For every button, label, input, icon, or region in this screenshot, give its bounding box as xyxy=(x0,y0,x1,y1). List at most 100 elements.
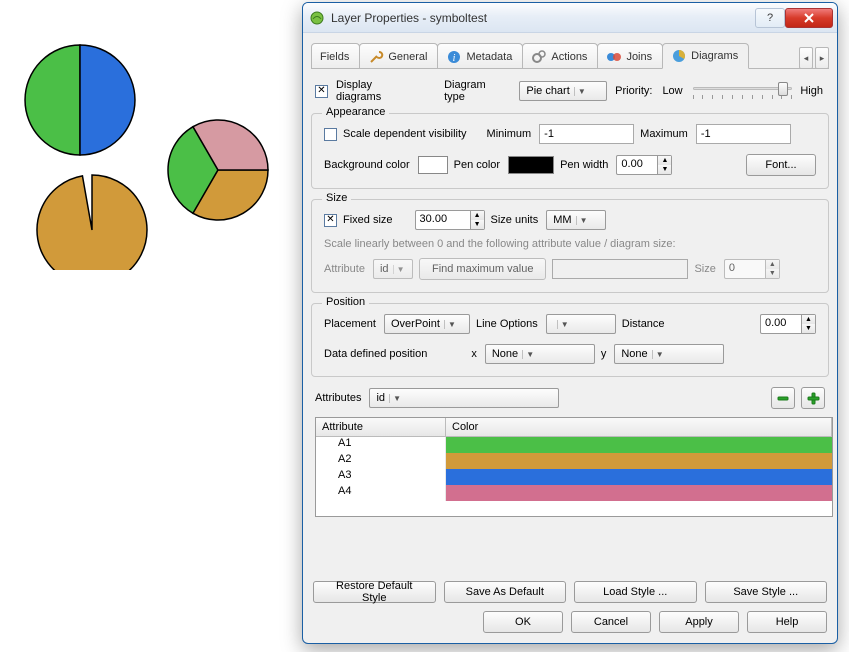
ok-button[interactable]: OK xyxy=(483,611,563,633)
scale-dependent-label: Scale dependent visibility xyxy=(343,128,469,140)
dialog-footer: Restore Default Style Save As Default Lo… xyxy=(303,573,837,643)
find-max-button: Find maximum value xyxy=(419,258,546,280)
remove-attribute-button[interactable] xyxy=(771,387,795,409)
tab-scroll-right[interactable]: ▸ xyxy=(815,47,829,69)
attr-cell: A4 xyxy=(316,485,446,501)
minimum-input[interactable] xyxy=(539,124,634,144)
tab-general[interactable]: General xyxy=(359,43,438,69)
table-row[interactable]: A4 xyxy=(316,485,832,501)
save-style-button[interactable]: Save Style ... xyxy=(705,581,828,603)
tab-diagrams[interactable]: Diagrams xyxy=(662,43,749,69)
piechart-icon xyxy=(671,48,687,64)
tab-joins[interactable]: Joins xyxy=(597,43,663,69)
sample-pies xyxy=(0,20,280,270)
attr-cell: A1 xyxy=(316,437,446,453)
fixed-size-spin[interactable]: 30.00 ▲▼ xyxy=(415,210,485,230)
attribute-color-table[interactable]: Attribute Color A1A2A3A4 xyxy=(315,417,833,517)
wrench-icon xyxy=(368,49,384,65)
pen-width-label: Pen width xyxy=(560,159,610,171)
display-diagrams-checkbox[interactable]: ✕ xyxy=(315,85,328,98)
app-icon xyxy=(309,10,325,26)
diagram-type-label: Diagram type xyxy=(444,79,511,103)
help-footer-button[interactable]: Help xyxy=(747,611,827,633)
appearance-group: Appearance Scale dependent visibility Mi… xyxy=(311,113,829,189)
priority-label: Priority: xyxy=(615,85,654,97)
table-row[interactable]: A1 xyxy=(316,437,832,453)
x-combo[interactable]: None▼ xyxy=(485,344,595,364)
font-button[interactable]: Font... xyxy=(746,154,816,176)
pen-color-label: Pen color xyxy=(454,159,502,171)
color-cell[interactable] xyxy=(446,469,832,485)
table-row[interactable]: A3 xyxy=(316,469,832,485)
scale-note: Scale linearly between 0 and the followi… xyxy=(324,238,816,250)
save-as-default-button[interactable]: Save As Default xyxy=(444,581,567,603)
joins-icon xyxy=(606,49,622,65)
load-style-button[interactable]: Load Style ... xyxy=(574,581,697,603)
placement-label: Placement xyxy=(324,318,378,330)
lineopt-label: Line Options xyxy=(476,318,540,330)
tab-actions[interactable]: Actions xyxy=(522,43,598,69)
col-color[interactable]: Color xyxy=(446,418,832,436)
distance-label: Distance xyxy=(622,318,667,330)
table-row[interactable]: A2 xyxy=(316,453,832,469)
appearance-legend: Appearance xyxy=(322,106,389,118)
scale-dependent-checkbox[interactable] xyxy=(324,128,337,141)
position-legend: Position xyxy=(322,296,369,308)
max-value-field xyxy=(552,259,688,279)
fixed-size-checkbox[interactable]: ✕ xyxy=(324,214,337,227)
gears-icon xyxy=(531,49,547,65)
col-attribute[interactable]: Attribute xyxy=(316,418,446,436)
color-cell[interactable] xyxy=(446,437,832,453)
bg-color-swatch[interactable] xyxy=(418,156,448,174)
info-icon: i xyxy=(446,49,462,65)
size-legend: Size xyxy=(322,192,351,204)
pen-width-spin[interactable]: 0.00 ▲▼ xyxy=(616,155,672,175)
x-label: x xyxy=(471,348,479,360)
window-title: Layer Properties - symboltest xyxy=(331,11,755,25)
maximum-input[interactable] xyxy=(696,124,791,144)
tab-fields[interactable]: Fields xyxy=(311,43,360,69)
color-cell[interactable] xyxy=(446,453,832,469)
dd-label: Data defined position xyxy=(324,348,429,360)
priority-slider[interactable] xyxy=(693,81,793,101)
cancel-button[interactable]: Cancel xyxy=(571,611,651,633)
minimum-label: Minimum xyxy=(487,128,534,140)
attr-cell: A3 xyxy=(316,469,446,485)
maximum-label: Maximum xyxy=(640,128,690,140)
priority-high-label: High xyxy=(800,85,825,97)
attributes-label: Attributes xyxy=(315,392,363,404)
diagram-type-combo[interactable]: Pie chart▼ xyxy=(519,81,607,101)
position-group: Position Placement OverPoint▼ Line Optio… xyxy=(311,303,829,377)
priority-low-label: Low xyxy=(662,85,684,97)
pen-color-swatch[interactable] xyxy=(508,156,554,174)
y-combo[interactable]: None▼ xyxy=(614,344,724,364)
diagrams-panel: ✕ Display diagrams Diagram type Pie char… xyxy=(311,68,829,572)
size-units-label: Size units xyxy=(491,214,541,226)
restore-default-style-button[interactable]: Restore Default Style xyxy=(313,581,436,603)
svg-text:i: i xyxy=(453,53,456,64)
y-label: y xyxy=(601,348,609,360)
tab-metadata[interactable]: i Metadata xyxy=(437,43,523,69)
lineopt-combo[interactable]: ▼ xyxy=(546,314,616,334)
add-attribute-button[interactable] xyxy=(801,387,825,409)
layer-properties-dialog: Layer Properties - symboltest ? Fields G… xyxy=(302,2,838,644)
help-button[interactable]: ? xyxy=(755,8,785,28)
distance-spin[interactable]: 0.00 ▲▼ xyxy=(760,314,816,334)
close-button[interactable] xyxy=(785,8,833,28)
tab-scroll-left[interactable]: ◂ xyxy=(799,47,813,69)
attr-combo: id▼ xyxy=(373,259,413,279)
size-units-combo[interactable]: MM▼ xyxy=(546,210,606,230)
size-group: Size ✕ Fixed size 30.00 ▲▼ Size units MM… xyxy=(311,199,829,293)
color-cell[interactable] xyxy=(446,485,832,501)
attributes-combo[interactable]: id▼ xyxy=(369,388,559,408)
titlebar: Layer Properties - symboltest ? xyxy=(303,3,837,33)
apply-button[interactable]: Apply xyxy=(659,611,739,633)
attr-cell: A2 xyxy=(316,453,446,469)
placement-combo[interactable]: OverPoint▼ xyxy=(384,314,470,334)
tab-bar: Fields General i Metadata Actions Joins … xyxy=(303,33,837,69)
bg-color-label: Background color xyxy=(324,159,412,171)
size-size-spin: 0 ▲▼ xyxy=(724,259,780,279)
fixed-size-label: Fixed size xyxy=(343,214,395,226)
tab-scroll: ◂ ▸ xyxy=(799,47,829,69)
display-diagrams-label: Display diagrams xyxy=(336,79,422,103)
